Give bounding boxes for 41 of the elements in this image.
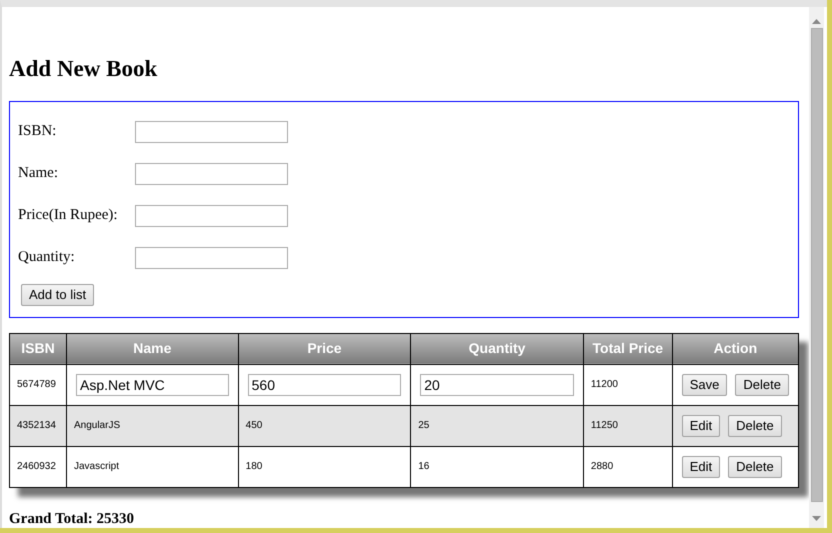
input-field[interactable]: 20 [420, 374, 574, 396]
delete-button[interactable]: Delete [735, 374, 789, 396]
column-header: Name [66, 333, 238, 364]
column-header: Action [672, 333, 798, 364]
column-header: Total Price [583, 333, 672, 364]
scrollbar-thumb[interactable] [810, 28, 822, 502]
field-label: Quantity: [18, 248, 76, 268]
add-button[interactable]: Add to list [21, 284, 94, 306]
input-field[interactable]: Asp.Net MVC [76, 374, 229, 396]
table-cell: 16 [410, 446, 584, 488]
action-button[interactable]: Save [682, 374, 728, 396]
input-field[interactable] [135, 162, 288, 185]
table-cell: 2880 [583, 446, 672, 488]
table-cell: 2460932 [10, 446, 66, 488]
table-cell: 11250 [583, 405, 672, 446]
column-header: Quantity [410, 333, 584, 364]
field-label: ISBN: [18, 122, 58, 142]
table-cell: 180 [238, 446, 411, 488]
table-cell: 4352134 [10, 405, 66, 446]
table-cell: 5674789 [10, 364, 66, 406]
page-title: Add New Book [9, 55, 158, 83]
table-cell: 11200 [583, 364, 672, 406]
grand-total: Grand Total: 25330 [9, 510, 136, 529]
input-field[interactable] [135, 246, 288, 269]
column-header: Price [238, 333, 411, 364]
column-header: ISBN [10, 333, 66, 364]
table-cell: Javascript [66, 446, 238, 488]
field-label: Name: [18, 164, 59, 184]
delete-button[interactable]: Delete [728, 456, 782, 478]
table-cell: AngularJS [66, 405, 238, 446]
delete-button[interactable]: Delete [728, 414, 782, 437]
table-cell: 25 [410, 405, 584, 446]
scroll-down-icon[interactable] [812, 516, 821, 521]
input-field[interactable] [135, 204, 288, 227]
input-field[interactable]: 560 [248, 374, 402, 396]
action-button[interactable]: Edit [682, 456, 720, 478]
field-label: Price(In Rupee): [18, 206, 119, 226]
scroll-up-icon[interactable] [812, 19, 821, 24]
action-button[interactable]: Edit [682, 414, 720, 437]
input-field[interactable] [135, 120, 288, 143]
table-cell: 450 [238, 405, 411, 446]
